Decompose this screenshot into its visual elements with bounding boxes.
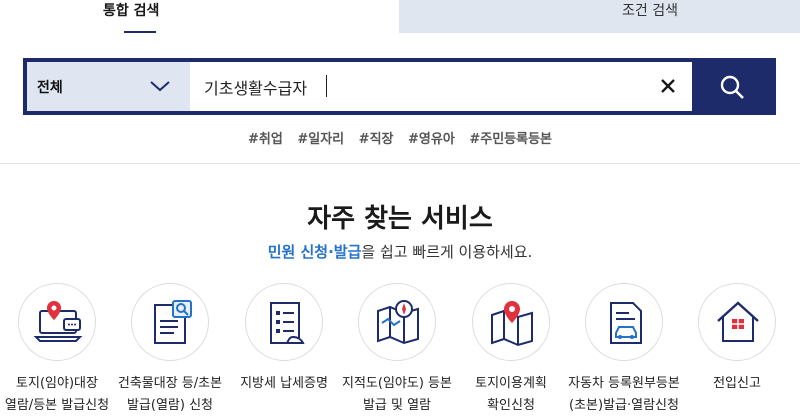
section-subtitle: 민원 신청·발급을 쉽고 빠르게 이용하세요. xyxy=(0,241,800,262)
service-label-line: 확인신청 xyxy=(487,398,535,413)
tab-condition-label: 조건 검색 xyxy=(622,3,678,19)
service-icon-circle xyxy=(358,283,436,361)
service-item-cadastral-map[interactable]: 지적도(임야도) 등본발급 및 열람 xyxy=(340,283,454,419)
service-icon-circle xyxy=(472,283,550,361)
service-item-building-register[interactable]: 건축물대장 등/초본발급(열람) 신청 xyxy=(113,283,227,419)
section-title: 자주 찾는 서비스 xyxy=(307,204,493,234)
tax-certificate-icon xyxy=(270,302,305,344)
service-list: 토지(임야)대장열람/등본 발급신청 건축물대장 등/초본발급(열람) 신청 xyxy=(0,283,800,419)
service-label-line: 지방세 납세증명 xyxy=(240,376,328,391)
service-label: 지방세 납세증명 xyxy=(221,373,347,395)
service-icon-circle xyxy=(585,283,663,361)
service-label-line: 발급 및 열람 xyxy=(362,398,432,413)
tab-condition-search[interactable]: 조건 검색 xyxy=(399,0,800,33)
subtitle-highlight: 민원 신청·발급 xyxy=(267,243,362,261)
service-icon-circle xyxy=(245,283,323,361)
car-register-document-icon xyxy=(610,302,642,344)
service-item-car-register[interactable]: 자동차 등록원부등본 (초본)발급·열람신청 xyxy=(567,283,681,419)
service-label-line: 발급(열람) 신청 xyxy=(126,398,214,413)
service-label: 건축물대장 등/초본발급(열람) 신청 xyxy=(107,373,233,417)
search-tabs: 통합 검색 조건 검색 xyxy=(0,0,800,34)
service-label: 토지이용계획확인신청 xyxy=(448,373,574,417)
service-label: 지적도(임야도) 등본발급 및 열람 xyxy=(334,373,460,417)
service-icon-circle xyxy=(18,283,96,361)
tab-integrated-label: 통합 검색 xyxy=(103,3,160,19)
house-move-in-icon xyxy=(717,301,759,342)
cadastral-map-icon xyxy=(377,300,419,345)
text-caret xyxy=(326,75,327,97)
service-icon-circle xyxy=(698,283,776,361)
service-label-line: 전입신고 xyxy=(713,376,761,391)
tab-integrated-search[interactable]: 통합 검색 xyxy=(0,0,399,34)
service-label: 자동차 등록원부등본 (초본)발급·열람신청 xyxy=(561,373,687,417)
clear-search-button[interactable] xyxy=(646,62,692,111)
service-item-land-register[interactable]: 토지(임야)대장열람/등본 발급신청 xyxy=(0,283,114,419)
service-label: 토지(임야)대장열람/등본 발급신청 xyxy=(0,373,120,417)
service-label-line: 토지(임야)대장 xyxy=(16,376,98,391)
chevron-down-icon xyxy=(150,81,170,92)
service-label-line: 건축물대장 등/초본 xyxy=(117,376,223,391)
search-query-wrapper xyxy=(190,62,646,111)
service-label: 전입신고 xyxy=(674,373,800,395)
search-area: 전체 #취업 xyxy=(0,33,800,164)
category-select[interactable]: 전체 xyxy=(27,62,190,111)
land-register-laptop-icon xyxy=(33,301,83,342)
search-input[interactable] xyxy=(190,62,646,111)
service-label-line: 열람/등본 발급신청 xyxy=(4,398,110,413)
subtitle-text: 을 쉽고 빠르게 이용하세요. xyxy=(361,243,533,261)
building-register-document-icon xyxy=(154,300,192,344)
hashtag-link[interactable]: #영유아 xyxy=(408,132,455,147)
service-label-line: 토지이용계획 xyxy=(475,376,547,391)
service-item-move-in-report[interactable]: 전입신고 xyxy=(680,283,794,419)
service-item-tax-certificate[interactable]: 지방세 납세증명 xyxy=(227,283,341,419)
land-use-map-pin-icon xyxy=(491,301,533,347)
search-bar: 전체 xyxy=(23,58,776,115)
service-item-land-use-plan[interactable]: 토지이용계획확인신청 xyxy=(454,283,568,419)
hashtag-list: #취업 #일자리 #직장 #영유아 #주민등록등본 xyxy=(0,128,800,147)
close-icon xyxy=(661,79,675,93)
search-icon xyxy=(720,75,744,99)
hashtag-link[interactable]: #취업 xyxy=(248,132,283,147)
category-selected-value: 전체 xyxy=(37,80,63,96)
service-label-line: 자동차 등록원부등본 xyxy=(568,376,680,391)
hashtag-link[interactable]: #주민등록등본 xyxy=(469,132,552,147)
service-label-line: 지적도(임야도) 등본 xyxy=(342,376,452,391)
service-icon-circle xyxy=(131,283,209,361)
page: 통합 검색 조건 검색 전체 기초생활수급자 #취업 #일자리 #직장 #영유아… xyxy=(0,0,800,419)
service-label-line: (초본)발급·열람신청 xyxy=(569,398,679,413)
hashtag-link[interactable]: #직장 xyxy=(359,132,394,147)
hashtag-link[interactable]: #일자리 xyxy=(297,132,344,147)
search-button[interactable] xyxy=(692,62,772,111)
